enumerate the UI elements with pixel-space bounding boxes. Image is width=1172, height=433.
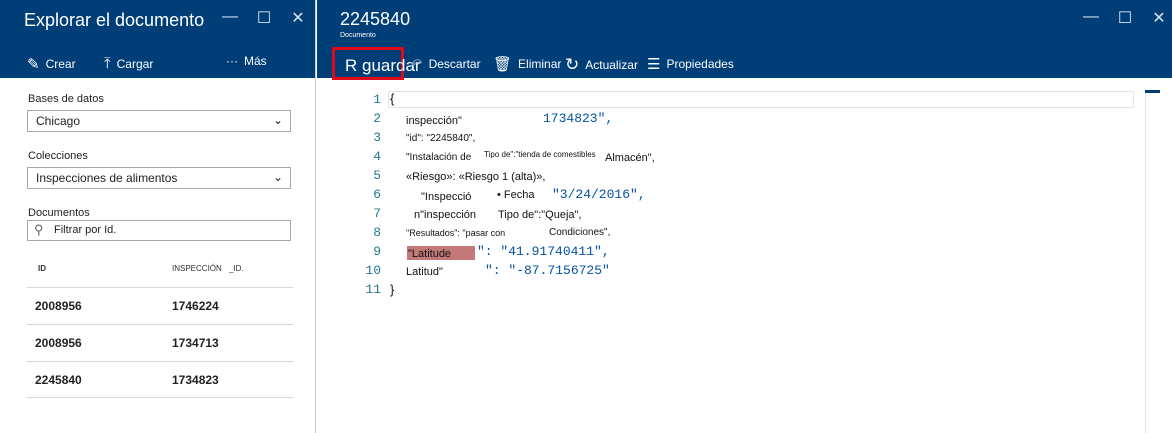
line-number: 11 — [365, 282, 381, 297]
document-title: 2245840 — [340, 9, 411, 29]
more-button[interactable]: ··· Más — [226, 54, 267, 68]
collection-select[interactable]: Inspecciones de alimentos ⌄ — [27, 167, 291, 189]
code-line-3: "id": "2245840", — [406, 133, 476, 144]
code-line-4-value: Almacén", — [605, 152, 655, 164]
collections-label: Colecciones — [28, 150, 88, 162]
table-row[interactable]: 2008956 1734713 — [27, 324, 293, 361]
filter-input[interactable]: ⚲ Filtrar por Id. — [27, 220, 291, 241]
line-number: 7 — [373, 206, 381, 221]
row-inspection: 1734823 — [172, 373, 219, 387]
document-window-controls: — ☐ ✕ — [1083, 8, 1167, 28]
refresh-button[interactable]: ↻ Actualizar — [565, 55, 638, 75]
pencil-icon: ✎ — [27, 56, 40, 73]
code-line-10-value: ": "-87.7156725" — [485, 263, 610, 278]
table-row[interactable]: 2008956 1746224 — [27, 287, 293, 324]
code-line-7-key: n"inspección — [414, 209, 476, 221]
explorer-title: Explorar el documento — [24, 10, 205, 30]
code-line-8-key: "Resultados": "pasar con — [406, 228, 506, 238]
code-line-7-value: Tipo de":"Queja", — [498, 209, 582, 221]
code-line-5: «Riesgo»: «Riesgo 1 (alta)», — [406, 171, 546, 183]
explorer-header: Explorar el documento — ☐ ✕ ✎ Crear ⤒ Ca… — [0, 0, 315, 78]
database-select[interactable]: Chicago ⌄ — [27, 110, 291, 132]
code-line-9-value: ": "41.91740411", — [477, 244, 610, 259]
column-header-underscore-id: _ID. — [229, 264, 244, 273]
current-line-highlight — [388, 91, 1134, 108]
code-line-6-field: • Fecha — [497, 189, 535, 201]
trash-icon: 🗑 — [493, 56, 513, 73]
document-explorer-blade: Explorar el documento — ☐ ✕ ✎ Crear ⤒ Ca… — [0, 0, 316, 433]
create-button[interactable]: ✎ Crear — [27, 55, 76, 73]
line-number: 2 — [373, 111, 381, 126]
chevron-down-icon: ⌄ — [272, 170, 283, 184]
document-subtitle: Documento — [340, 32, 376, 39]
code-line-8-value: Condiciones", — [549, 227, 611, 238]
properties-label: Propiedades — [666, 57, 734, 71]
databases-label: Bases de datos — [28, 93, 104, 105]
delete-label: Eliminar — [518, 57, 562, 71]
upload-icon: ⤒ — [104, 55, 111, 72]
code-line-2-key: inspección" — [406, 115, 462, 127]
refresh-label: Actualizar — [585, 58, 638, 72]
maximize-icon[interactable]: ☐ — [1117, 8, 1133, 28]
json-editor[interactable]: 1 2 3 4 5 6 7 8 9 10 11 { inspección" 17… — [317, 80, 1172, 433]
more-label: Más — [244, 54, 267, 68]
discard-button[interactable]: ↶ Descartar — [410, 55, 481, 73]
create-label: Crear — [45, 57, 76, 71]
scrollbar-marker — [1145, 90, 1160, 93]
collection-value: Inspecciones de alimentos — [36, 171, 178, 185]
code-line-2-value: 1734823", — [543, 111, 614, 126]
line-number: 10 — [365, 263, 381, 278]
discard-label: Descartar — [428, 57, 481, 71]
minimize-icon[interactable]: — — [222, 8, 238, 28]
refresh-icon: ↻ — [565, 55, 580, 74]
line-number: 8 — [373, 225, 381, 240]
minimize-icon[interactable]: — — [1083, 8, 1099, 28]
search-icon: ⚲ — [34, 222, 44, 237]
line-number: 4 — [373, 149, 381, 164]
line-number: 9 — [373, 244, 381, 259]
table-row[interactable]: 2245840 1734823 — [27, 361, 293, 398]
row-inspection: 1746224 — [172, 299, 219, 313]
row-id: 2245840 — [35, 373, 82, 387]
code-line-10-key: Latitud" — [406, 266, 443, 278]
upload-button[interactable]: ⤒ Cargar — [104, 55, 153, 72]
column-header-inspection: INSPECCIÓN — [172, 264, 222, 273]
list-icon: ☰ — [647, 56, 661, 73]
close-icon[interactable]: ✕ — [1151, 8, 1167, 28]
filter-placeholder: Filtrar por Id. — [54, 224, 117, 236]
code-line-4-key: "Instalación de — [406, 152, 472, 163]
code-line-1: { — [390, 91, 395, 106]
database-value: Chicago — [36, 114, 81, 128]
properties-button[interactable]: ☰ Propiedades — [647, 55, 734, 73]
code-line-6-key: "Inspecció — [421, 191, 472, 203]
document-blade: 2245840 Documento — ☐ ✕ R guardar ↶ Desc… — [317, 0, 1172, 433]
line-number: 3 — [373, 130, 381, 145]
maximize-icon[interactable]: ☐ — [256, 8, 272, 28]
delete-button[interactable]: 🗑 Eliminar — [493, 55, 561, 73]
code-line-6-value: "3/24/2016", — [552, 187, 646, 202]
app-root: Explorar el documento — ☐ ✕ ✎ Crear ⤒ Ca… — [0, 0, 1172, 433]
documents-label: Documentos — [28, 207, 90, 219]
row-id: 2008956 — [35, 336, 82, 350]
explorer-window-controls: — ☐ ✕ — [222, 8, 306, 28]
line-number: 1 — [373, 92, 381, 107]
upload-label: Cargar — [116, 56, 154, 71]
column-header-id: ID — [38, 264, 46, 273]
code-line-9-key: "Latitude — [408, 248, 452, 260]
line-number: 6 — [373, 187, 381, 202]
code-line-11: } — [390, 282, 395, 297]
code-line-4-type: Tipo de":"tienda de comestibles — [484, 150, 596, 159]
undo-icon: ↶ — [410, 56, 423, 73]
ellipsis-icon: ··· — [226, 54, 238, 68]
editor-scrollbar[interactable] — [1145, 90, 1160, 433]
line-number: 5 — [373, 168, 381, 183]
chevron-down-icon: ⌄ — [272, 113, 283, 127]
row-id: 2008956 — [35, 299, 82, 313]
row-inspection: 1734713 — [172, 336, 219, 350]
document-header: 2245840 Documento — ☐ ✕ R guardar ↶ Desc… — [317, 0, 1172, 80]
close-icon[interactable]: ✕ — [290, 8, 306, 28]
